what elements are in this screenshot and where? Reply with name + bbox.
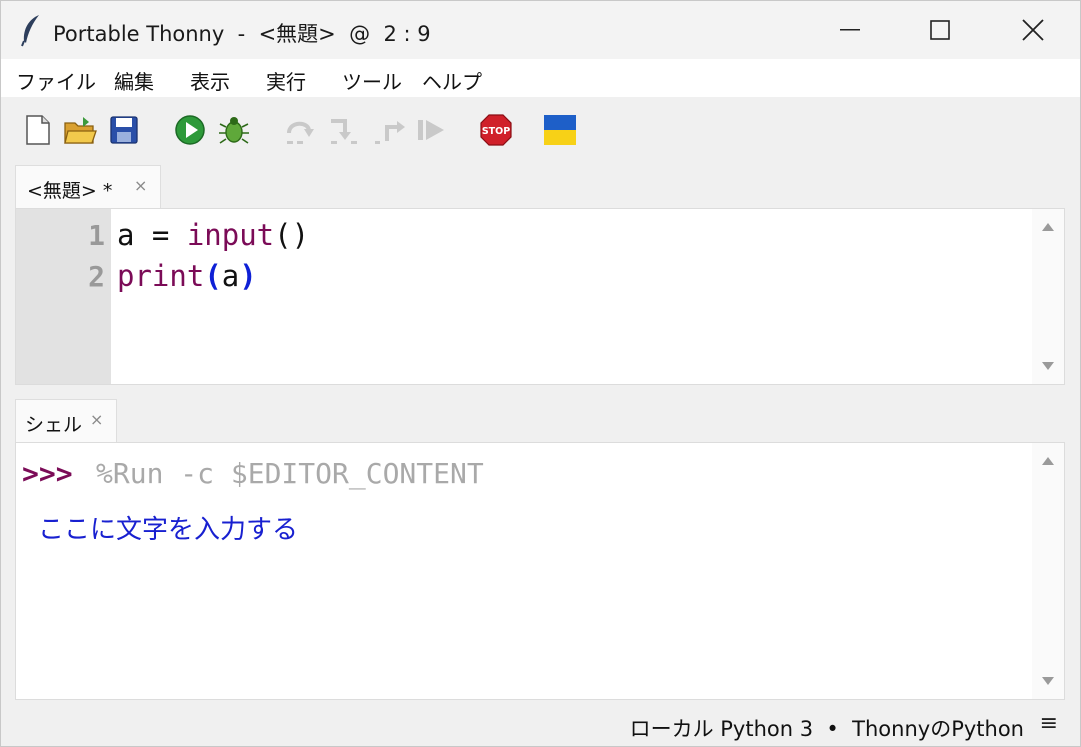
shell-panel[interactable]: >>> %Run -c $EDITOR_CONTENT ここに文字を入力する (15, 442, 1065, 700)
maximize-icon (930, 20, 950, 40)
menu-help[interactable]: ヘルプ (422, 66, 482, 95)
step-out-icon[interactable] (373, 113, 407, 147)
maximize-button[interactable] (894, 1, 986, 59)
feather-icon (21, 15, 39, 47)
open-folder-icon[interactable] (63, 113, 97, 147)
scroll-down-icon[interactable] (1042, 677, 1054, 685)
minimize-icon (840, 29, 860, 31)
new-file-icon[interactable] (21, 113, 55, 147)
code-token-builtin: input (186, 218, 275, 252)
scroll-down-icon[interactable] (1042, 362, 1054, 370)
close-button[interactable] (987, 1, 1079, 59)
ukraine-flag-icon[interactable] (543, 113, 577, 147)
scroll-up-icon[interactable] (1042, 223, 1054, 231)
code-token: a = (117, 218, 187, 252)
step-over-icon[interactable] (283, 113, 317, 147)
code-line-1[interactable]: a = input() (117, 218, 309, 252)
code-token: a (221, 259, 240, 293)
menu-run[interactable]: 実行 (266, 66, 306, 95)
shell-scrollbar[interactable] (1032, 443, 1064, 699)
tab-shell[interactable]: シェル × (15, 399, 117, 443)
menu-file[interactable]: ファイル (16, 66, 96, 95)
tab-close-icon[interactable]: × (134, 176, 147, 195)
menu-edit[interactable]: 編集 (114, 66, 154, 95)
menu-bar: ファイル 編集 表示 実行 ツール ヘルプ (1, 59, 1080, 97)
line-number: 1 (88, 219, 105, 252)
editor-scrollbar[interactable] (1032, 209, 1064, 384)
window-title: Portable Thonny - <無題> @ 2 : 9 (53, 22, 431, 46)
scroll-up-icon[interactable] (1042, 457, 1054, 465)
shell-prompt: >>> (22, 457, 73, 490)
line-number-gutter: 1 2 (16, 209, 111, 384)
stop-label: STOP (482, 126, 510, 137)
code-editor[interactable]: 1 2 a = input() print(a) (15, 208, 1065, 385)
code-token: () (274, 218, 310, 252)
thonny-window: Portable Thonny - <無題> @ 2 : 9 ファイル 編集 表… (0, 0, 1081, 747)
save-icon[interactable] (107, 113, 141, 147)
debug-bug-icon[interactable] (217, 113, 251, 147)
resume-icon[interactable] (415, 113, 449, 147)
code-token-paren: ( (204, 259, 222, 293)
stop-icon[interactable]: STOP (479, 113, 513, 147)
close-icon (1022, 19, 1044, 41)
tab-untitled[interactable]: <無題> * × (15, 165, 161, 209)
run-icon[interactable] (173, 113, 207, 147)
code-token-builtin: print (117, 259, 205, 293)
shell-input-text[interactable]: ここに文字を入力する (38, 509, 298, 546)
tab-close-icon[interactable]: × (90, 410, 103, 429)
toolbar: STOP (1, 97, 1080, 165)
menu-view[interactable]: 表示 (190, 66, 230, 95)
code-line-2[interactable]: print(a) (117, 259, 257, 293)
interpreter-label[interactable]: ローカル Python 3 • ThonnyのPython (630, 713, 1024, 743)
line-number: 2 (88, 260, 105, 293)
hamburger-menu-icon[interactable]: ≡ (1040, 711, 1058, 736)
code-token-paren: ) (239, 259, 257, 293)
title-bar[interactable]: Portable Thonny - <無題> @ 2 : 9 (1, 1, 1080, 59)
shell-command: %Run -c $EDITOR_CONTENT (96, 457, 484, 490)
menu-tools[interactable]: ツール (342, 66, 402, 95)
tab-untitled-label: <無題> * (27, 180, 113, 202)
minimize-button[interactable] (804, 1, 896, 59)
status-bar: ローカル Python 3 • ThonnyのPython ≡ (1, 705, 1080, 746)
step-into-icon[interactable] (327, 113, 361, 147)
tab-shell-label: シェル (25, 414, 83, 436)
